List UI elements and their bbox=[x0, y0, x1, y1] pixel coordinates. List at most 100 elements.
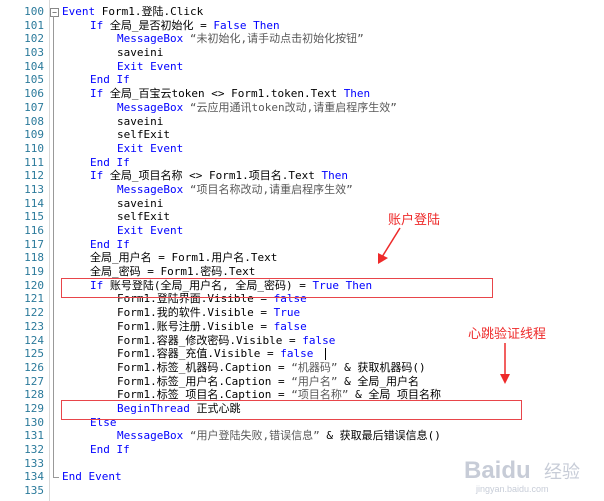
code-token: If bbox=[90, 18, 110, 32]
heartbeat-annotation: 心跳验证线程 bbox=[468, 327, 547, 342]
baidu-jingyan-watermark: Baidu 经验 jingyan.baidu.com bbox=[464, 457, 580, 494]
code-token: saveini bbox=[117, 196, 164, 210]
code-text: Exit Event bbox=[117, 224, 183, 238]
line-number: 123 bbox=[24, 319, 44, 333]
line-number: 112 bbox=[24, 169, 44, 183]
line-number: 128 bbox=[24, 388, 44, 402]
line-number: 108 bbox=[24, 114, 44, 128]
code-line[interactable]: 131 MessageBox “用户登陆失败,错误信息” & 获取最后错误信息() bbox=[0, 429, 604, 443]
code-line[interactable]: 118 全局_用户名 = Form1.用户名.Text bbox=[0, 251, 604, 265]
code-text: Form1.账号注册.Visible = false bbox=[117, 320, 307, 334]
code-line[interactable]: 127 Form1.标签_用户名.Caption = “用户名” & 全局_用户名 bbox=[0, 375, 604, 389]
line-number: 114 bbox=[24, 196, 44, 210]
code-line[interactable]: 109 selfExit bbox=[0, 128, 604, 142]
text-cursor bbox=[325, 348, 326, 361]
line-number: 111 bbox=[24, 155, 44, 169]
code-line[interactable]: 106 If 全局_百宝云token <> Form1.token.Text Th… bbox=[0, 87, 604, 101]
code-line[interactable]: 111 End If bbox=[0, 156, 604, 170]
code-token: MessageBox bbox=[117, 32, 190, 46]
code-text: Event Form1.登陆.Click bbox=[62, 5, 203, 19]
code-token: “项目名称改动,请重启程序生效” bbox=[189, 182, 353, 196]
code-line[interactable]: 112 If 全局_项目名称 <> Form1.项目名.Text Then bbox=[0, 169, 604, 183]
code-line[interactable]: 119 全局_密码 = Form1.密码.Text bbox=[0, 265, 604, 279]
code-token: End If bbox=[90, 237, 130, 251]
code-text: Exit Event bbox=[117, 60, 183, 74]
code-token: false bbox=[280, 347, 314, 361]
line-number: 129 bbox=[24, 401, 44, 415]
line-number: 103 bbox=[24, 46, 44, 60]
code-text: MessageBox “项目名称改动,请重启程序生效” bbox=[117, 183, 353, 197]
code-line[interactable]: 110 Exit Event bbox=[0, 142, 604, 156]
code-line[interactable]: 101 If 全局_是否初始化 = False Then bbox=[0, 19, 604, 33]
code-token: Form1.登陆.Click bbox=[101, 5, 204, 18]
code-line[interactable]: 114 saveini bbox=[0, 197, 604, 211]
heartbeat-highlight-box bbox=[61, 400, 522, 420]
code-text: Form1.容器_充值.Visible = false bbox=[117, 347, 313, 361]
line-number: 116 bbox=[24, 224, 44, 237]
code-text: If 全局_是否初始化 = False Then bbox=[90, 19, 280, 33]
code-token: false bbox=[302, 333, 336, 347]
line-number: 119 bbox=[24, 265, 44, 279]
line-number: 113 bbox=[24, 182, 44, 196]
code-token: “用户名” bbox=[291, 374, 345, 388]
code-text: End If bbox=[90, 156, 130, 170]
code-line[interactable]: 104 Exit Event bbox=[0, 60, 604, 74]
code-token: End If bbox=[90, 73, 130, 87]
line-number: 126 bbox=[24, 360, 44, 374]
line-number: 105 bbox=[24, 73, 44, 87]
code-token: 全局_用户名 = Form1.用户名.Text bbox=[90, 251, 278, 265]
code-text: 全局_用户名 = Form1.用户名.Text bbox=[90, 251, 277, 265]
code-text: selfExit bbox=[117, 128, 170, 142]
code-line[interactable]: 126 Form1.标签_机器码.Caption = “机器码” & 获取机器码(… bbox=[0, 361, 604, 375]
code-token: MessageBox bbox=[117, 429, 190, 443]
code-line[interactable]: 100− Event Form1.登陆.Click bbox=[0, 5, 604, 19]
code-line[interactable]: 103 saveini bbox=[0, 46, 604, 60]
code-line[interactable]: 105 End If bbox=[0, 73, 604, 87]
code-line[interactable]: 107 MessageBox “云应用通讯token改动,请重启程序生效” bbox=[0, 101, 604, 115]
code-line[interactable]: 108 saveini bbox=[0, 115, 604, 129]
line-number: 130 bbox=[24, 415, 44, 429]
code-text: If 全局_项目名称 <> Form1.项目名.Text Then bbox=[90, 169, 348, 183]
code-text: End Event bbox=[62, 470, 122, 484]
code-token: & 获取最后错误信息() bbox=[326, 429, 441, 443]
code-line[interactable]: 102 MessageBox “未初始化,请手动点击初始化按钮” bbox=[0, 32, 604, 46]
code-text: MessageBox “云应用通讯token改动,请重启程序生效” bbox=[117, 101, 397, 115]
line-number: 117 bbox=[24, 237, 44, 251]
code-text: saveini bbox=[117, 46, 163, 60]
code-line[interactable]: 125 Form1.容器_充值.Visible = false bbox=[0, 347, 604, 361]
code-token: false bbox=[273, 319, 307, 333]
line-number: 120 bbox=[24, 278, 44, 292]
line-number: 132 bbox=[24, 443, 44, 456]
line-number: 100 bbox=[24, 5, 44, 18]
line-number: 104 bbox=[24, 59, 44, 73]
code-token: Form1.容器_充值.Visible = bbox=[117, 347, 281, 361]
code-token: Event bbox=[62, 5, 102, 18]
code-token: Exit Event bbox=[117, 59, 184, 73]
code-token: selfExit bbox=[117, 210, 170, 224]
code-text: Form1.我的软件.Visible = True bbox=[117, 306, 300, 320]
code-line[interactable]: 122 Form1.我的软件.Visible = True bbox=[0, 306, 604, 320]
fold-guide-line bbox=[53, 16, 54, 473]
code-text: Exit Event bbox=[117, 142, 183, 156]
code-line[interactable]: 113 MessageBox “项目名称改动,请重启程序生效” bbox=[0, 183, 604, 197]
line-number: 135 bbox=[24, 484, 44, 498]
code-token: Then bbox=[343, 87, 371, 101]
code-text: MessageBox “用户登陆失败,错误信息” & 获取最后错误信息() bbox=[117, 429, 441, 443]
fold-toggle-icon[interactable]: − bbox=[50, 8, 59, 17]
code-token: If bbox=[90, 169, 110, 183]
line-number: 133 bbox=[24, 456, 44, 470]
code-editor[interactable]: 100− Event Form1.登陆.Click 101 If 全局_是否初始化 =… bbox=[0, 5, 604, 498]
line-number: 122 bbox=[24, 306, 44, 320]
line-number: 124 bbox=[24, 333, 44, 347]
line-number: 106 bbox=[24, 87, 44, 101]
code-token: 全局_百宝云token <> Form1.token.Text bbox=[109, 87, 344, 101]
code-token: saveini bbox=[117, 46, 164, 60]
code-line[interactable]: 117 End If bbox=[0, 238, 604, 252]
code-text: End If bbox=[90, 443, 130, 457]
code-token: Exit Event bbox=[117, 224, 184, 237]
code-line[interactable]: 116 Exit Event bbox=[0, 224, 604, 238]
code-token: saveini bbox=[117, 114, 164, 128]
line-number: 110 bbox=[24, 141, 44, 155]
code-line[interactable]: 115 selfExit bbox=[0, 210, 604, 224]
code-token: Form1.账号注册.Visible = bbox=[117, 319, 274, 333]
